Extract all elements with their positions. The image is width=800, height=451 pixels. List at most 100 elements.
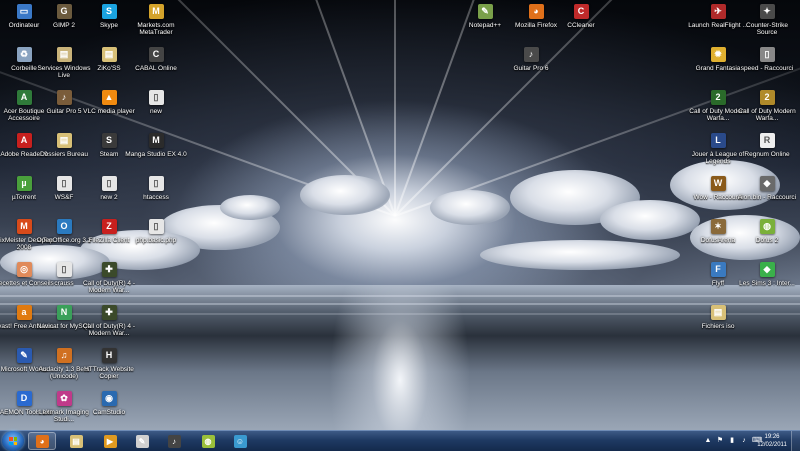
clock[interactable]: 19:26 12/02/2011: [754, 433, 790, 449]
wow-icon: W: [710, 176, 726, 191]
volume-icon[interactable]: ♪: [740, 437, 748, 445]
desktop-icon-label: Regnum Online: [744, 151, 790, 158]
network-icon[interactable]: ▮: [728, 437, 736, 445]
httrack-icon: H: [101, 348, 117, 363]
messenger-taskbar-button[interactable]: ☺: [226, 432, 254, 450]
flag-icon[interactable]: ⚑: [716, 437, 724, 445]
clock-time: 19:26: [764, 434, 780, 440]
desktop-icon-label: htaccess: [143, 194, 169, 201]
folder-icon: ▤: [710, 305, 726, 320]
notepad-icon: ✎: [135, 434, 149, 448]
file-icon: ▯: [101, 176, 117, 191]
start-button[interactable]: [2, 431, 24, 451]
dofus-icon: ◍: [759, 219, 775, 234]
guitar-pro-taskbar-button[interactable]: ♪: [160, 432, 188, 450]
folder-icon: ▤: [69, 434, 83, 448]
desktop-icon-label: Aion.bin - Raccourci: [737, 194, 797, 201]
windows-logo-icon: [9, 437, 17, 445]
avast-icon: a: [16, 305, 32, 320]
desktop-icon-label: php.basic.php: [135, 237, 177, 244]
file-icon: ▯: [56, 176, 72, 191]
file-icon: ▯: [56, 262, 72, 277]
desktop-icon-label: Manga Studio EX 4.0: [125, 151, 187, 158]
openoffice-icon: O: [56, 219, 72, 234]
desktop-icon-label: CABAL Online: [135, 65, 177, 72]
skype-icon: S: [101, 4, 117, 19]
guitar-pro-icon: ♪: [523, 47, 539, 62]
recycle-bin-icon: ♻: [16, 47, 32, 62]
taskbar: ◕ ▤ ▶ ✎ ♪ ◍ ☺ ▲ ⚑ ▮ ♪ ⌨ 19:26 12/02/2011: [0, 430, 800, 451]
audacity-icon: ♫: [56, 348, 72, 363]
gimp-icon: G: [56, 4, 72, 19]
ccleaner-icon: C: [573, 4, 589, 19]
clock-date: 12/02/2011: [757, 442, 787, 448]
navicat-icon: N: [56, 305, 72, 320]
speed-icon: ▯: [759, 47, 775, 62]
call-of-duty-2-icon: 2: [759, 90, 775, 105]
desktop-icon-label: Dofus 2: [755, 237, 779, 244]
desktop-icon-label: Call of Duty Modern Warfa...: [738, 108, 796, 122]
firefox-taskbar-button[interactable]: ◕: [28, 432, 56, 450]
aion-icon: ◆: [759, 176, 775, 191]
utorrent-icon: µ: [16, 176, 32, 191]
firefox-icon: ◕: [528, 4, 544, 19]
flyff-icon: F: [710, 262, 726, 277]
desktop-icon[interactable]: ▤ Fichiers iso: [686, 301, 750, 356]
wallpaper-cloud: [430, 190, 510, 225]
call-of-duty-icon: ✚: [101, 262, 117, 277]
messenger-icon: ☺: [233, 434, 247, 448]
desktop-icon[interactable]: ♪ Guitar Pro 6: [499, 43, 563, 98]
dofus-taskbar-button[interactable]: ◍: [194, 432, 222, 450]
cabal-icon: C: [148, 47, 164, 62]
firefox-icon: ◕: [35, 434, 49, 448]
counter-strike-icon: ✦: [759, 4, 775, 19]
desktop-icon-label: new: [150, 108, 162, 115]
windows-live-icon: ▤: [56, 47, 72, 62]
recipes-icon: ◎: [16, 262, 32, 277]
folder-icon: ▤: [56, 133, 72, 148]
desktop-icon-label: Markets.com MetaTrader: [137, 22, 175, 36]
desktop-icon-label: Guitar Pro 6: [513, 65, 549, 72]
explorer-taskbar-button[interactable]: ▤: [62, 432, 90, 450]
notepad-taskbar-button[interactable]: ✎: [128, 432, 156, 450]
computer-icon: ▭: [16, 4, 32, 19]
grand-fantasia-icon: ✹: [710, 47, 726, 62]
wallpaper-cloud: [480, 240, 680, 270]
desktop-icon-label: Call of Duty(R) 4 - Modern War...: [82, 280, 135, 294]
desktop-icon-label: speed - Raccourci: [740, 65, 794, 72]
desktop-icon-label: Call of Duty(R) 4 - Modern War...: [82, 323, 135, 337]
guitar-pro-icon: ♪: [56, 90, 72, 105]
desktop-icon-label: HTTrack Website Copier: [84, 366, 134, 380]
folder-icon: ▤: [101, 47, 117, 62]
steam-icon: S: [101, 133, 117, 148]
chevron-up-icon[interactable]: ▲: [704, 437, 712, 445]
wallpaper-ray: [394, 0, 396, 216]
adobe-reader-icon: A: [16, 133, 32, 148]
metatrader-icon: M: [148, 4, 164, 19]
sims-icon: ◆: [759, 262, 775, 277]
media-player-icon: ▶: [103, 434, 117, 448]
media-player-taskbar-button[interactable]: ▶: [96, 432, 124, 450]
desktop-icon-label: CamStudio: [92, 409, 126, 416]
desktop-icon-label: CCleaner: [567, 22, 595, 29]
vlc-icon: ▲: [101, 90, 117, 105]
desktop-icon-label: Fichiers iso: [701, 323, 735, 330]
dofus-arena-icon: ✶: [710, 219, 726, 234]
file-icon: ▯: [148, 176, 164, 191]
file-icon: ▯: [148, 90, 164, 105]
wallpaper-cloud: [300, 175, 390, 215]
wallpaper-cloud: [600, 200, 700, 240]
acer-icon: A: [16, 90, 32, 105]
show-desktop-button[interactable]: [791, 431, 800, 451]
desktop-icon-label: Counter-Strike Source: [746, 22, 788, 36]
call-of-duty-icon: ✚: [101, 305, 117, 320]
file-icon: ▯: [148, 219, 164, 234]
desktop-icon-label: Les Sims 3 : Inter...: [739, 280, 795, 287]
mixmeister-icon: M: [16, 219, 32, 234]
regnum-icon: R: [759, 133, 775, 148]
system-tray: ▲ ⚑ ▮ ♪ ⌨: [704, 435, 763, 447]
wallpaper-cloud: [220, 195, 280, 220]
filezilla-icon: Z: [101, 219, 117, 234]
guitar-pro-icon: ♪: [167, 434, 181, 448]
lexmark-icon: ✿: [56, 391, 72, 406]
